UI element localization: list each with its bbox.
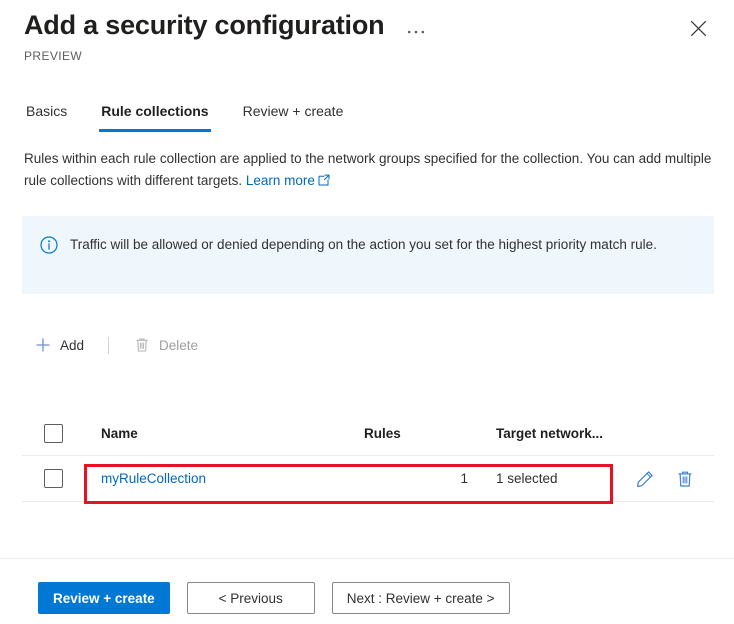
command-bar: Add Delete <box>24 328 208 362</box>
blade-header: Add a security configuration PREVIEW <box>0 0 734 86</box>
rule-collections-table: Name Rules Target network... myRuleColle… <box>22 412 714 502</box>
row-checkbox[interactable] <box>43 469 63 488</box>
info-banner: Traffic will be allowed or denied depend… <box>22 216 714 294</box>
tab-rule-collections[interactable]: Rule collections <box>99 98 211 132</box>
info-circle-icon <box>40 236 58 254</box>
footer-actions: Review + create < Previous Next : Review… <box>38 582 510 614</box>
close-icon <box>690 20 706 36</box>
title-row: Add a security configuration <box>24 8 430 42</box>
command-separator <box>108 336 110 354</box>
trash-icon <box>133 336 151 354</box>
ellipsis-icon <box>408 30 425 34</box>
close-button[interactable] <box>682 12 714 44</box>
row-trash-icon[interactable] <box>676 470 694 488</box>
cell-target-network: 1 selected <box>496 471 558 486</box>
footer-divider <box>0 558 734 559</box>
description-text: Rules within each rule collection are ap… <box>24 148 714 193</box>
delete-button-label: Delete <box>159 337 199 353</box>
column-header-target-network[interactable]: Target network... <box>474 426 614 441</box>
cell-name: myRuleCollection <box>84 471 364 486</box>
row-actions <box>614 470 714 488</box>
more-options-button[interactable] <box>402 11 430 39</box>
plus-icon <box>34 336 52 354</box>
table-row: myRuleCollection 1 1 selected <box>22 456 714 502</box>
add-button[interactable]: Add <box>24 329 94 361</box>
delete-button[interactable]: Delete <box>123 329 208 361</box>
table-header-row: Name Rules Target network... <box>22 412 714 456</box>
row-select-cell <box>22 469 84 488</box>
add-button-label: Add <box>60 337 85 353</box>
learn-more-link[interactable]: Learn more <box>246 173 330 188</box>
preview-badge: PREVIEW <box>24 49 83 63</box>
blade-panel: Add a security configuration PREVIEW Bas… <box>0 0 734 624</box>
select-all-checkbox[interactable] <box>43 424 63 443</box>
page-title: Add a security configuration <box>24 10 385 40</box>
tab-basics[interactable]: Basics <box>24 98 69 132</box>
review-create-button[interactable]: Review + create <box>38 582 170 614</box>
external-link-icon <box>318 171 330 193</box>
tab-review-create[interactable]: Review + create <box>241 98 346 132</box>
cell-rules: 1 <box>460 471 468 486</box>
info-banner-text: Traffic will be allowed or denied depend… <box>70 237 657 252</box>
next-button[interactable]: Next : Review + create > <box>331 582 510 614</box>
learn-more-label: Learn more <box>245 173 315 188</box>
tab-list: Basics Rule collections Review + create <box>24 98 345 132</box>
select-all-cell <box>22 424 84 443</box>
pencil-icon[interactable] <box>636 470 654 488</box>
column-header-rules[interactable]: Rules <box>364 426 474 441</box>
rule-collection-link[interactable]: myRuleCollection <box>101 471 206 486</box>
previous-button[interactable]: < Previous <box>186 582 315 614</box>
column-header-name[interactable]: Name <box>84 426 364 441</box>
description-line-1: Rules within each rule collection are ap… <box>24 151 584 166</box>
